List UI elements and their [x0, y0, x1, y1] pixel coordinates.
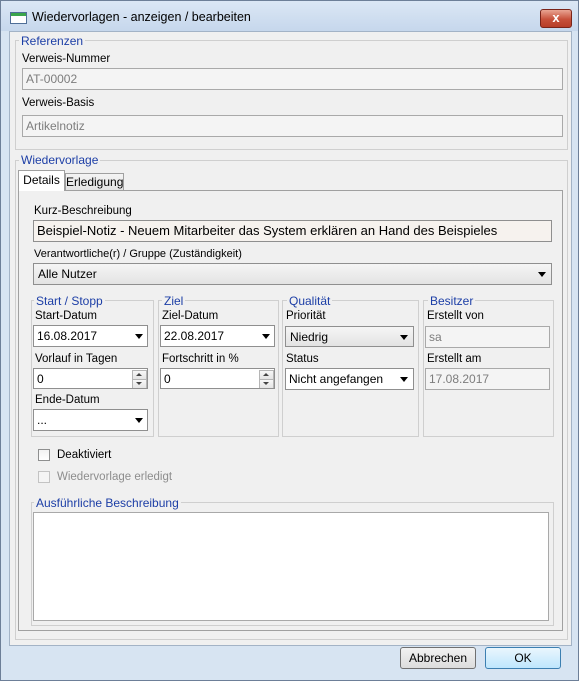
fortschritt-label: Fortschritt in %	[162, 353, 239, 365]
deaktiviert-checkbox[interactable]	[38, 449, 50, 461]
fortschritt-spinner	[259, 370, 274, 388]
details-tab-panel: Kurz-Beschreibung Beispiel-Notiz - Neuem…	[18, 190, 563, 631]
kurz-beschreibung-label: Kurz-Beschreibung	[34, 205, 132, 217]
start-datum-picker[interactable]: 16.08.2017	[33, 325, 148, 347]
chevron-down-icon	[400, 377, 408, 382]
status-label: Status	[286, 353, 319, 365]
ziel-datum-value: 22.08.2017	[164, 329, 225, 343]
verantwortlich-value: Alle Nutzer	[38, 267, 97, 281]
erstellt-von-field[interactable]: sa	[425, 326, 550, 348]
start-datum-dropdown[interactable]	[131, 326, 147, 346]
ende-datum-label: Ende-Datum	[35, 394, 100, 406]
verantwortlich-label: Verantwortliche(r) / Gruppe (Zuständigke…	[34, 248, 242, 260]
verantwortlich-select[interactable]: Alle Nutzer	[33, 263, 552, 285]
qualitaet-title: Qualität	[287, 294, 333, 308]
verweis-nummer-label: Verweis-Nummer	[22, 53, 111, 65]
chevron-down-icon	[262, 334, 270, 339]
vorlauf-value: 0	[37, 372, 44, 386]
fortschritt-value: 0	[164, 372, 171, 386]
ausfuehrliche-beschreibung-textarea[interactable]	[33, 512, 549, 621]
status-value: Nicht angefangen	[289, 372, 384, 386]
cancel-button[interactable]: Abbrechen	[400, 647, 476, 669]
spin-down-icon[interactable]	[132, 379, 147, 388]
ziel-title: Ziel	[162, 294, 186, 308]
wiedervorlage-erledigt-label: Wiedervorlage erledigt	[57, 471, 173, 483]
chevron-down-icon	[135, 334, 143, 339]
chevron-down-icon	[538, 272, 546, 277]
ende-datum-value: ...	[37, 413, 48, 427]
status-select[interactable]: Nicht angefangen	[285, 368, 414, 390]
start-stopp-title: Start / Stopp	[34, 294, 105, 308]
ok-button[interactable]: OK	[485, 647, 561, 669]
prioritaet-value: Niedrig	[290, 330, 329, 344]
dialog-window: Wiedervorlagen - anzeigen / bearbeiten x…	[0, 0, 579, 681]
start-datum-value: 16.08.2017	[37, 329, 98, 343]
kurz-beschreibung-input[interactable]: Beispiel-Notiz - Neuem Mitarbeiter das S…	[33, 220, 552, 242]
window-title: Wiedervorlagen - anzeigen / bearbeiten	[32, 10, 251, 24]
start-datum-label: Start-Datum	[35, 310, 97, 322]
tab-erledigung[interactable]: Erledigung	[65, 173, 124, 191]
close-button[interactable]: x	[540, 9, 572, 28]
spin-down-icon[interactable]	[259, 379, 274, 388]
besitzer-title: Besitzer	[428, 294, 476, 308]
ende-datum-picker[interactable]: ...	[33, 409, 148, 431]
ziel-datum-dropdown[interactable]	[258, 326, 274, 346]
ende-datum-dropdown[interactable]	[131, 410, 147, 430]
wiedervorlage-group-title: Wiedervorlage	[19, 153, 101, 167]
erstellt-am-label: Erstellt am	[427, 353, 482, 365]
ziel-datum-picker[interactable]: 22.08.2017	[160, 325, 275, 347]
dialog-content: Referenzen Verweis-Nummer AT-00002 Verwe…	[9, 31, 572, 646]
prioritaet-select[interactable]: Niedrig	[285, 326, 414, 347]
ausfuehrlich-title: Ausführliche Beschreibung	[34, 496, 181, 510]
prioritaet-label: Priorität	[286, 310, 326, 322]
erstellt-am-field[interactable]: 17.08.2017	[425, 368, 550, 390]
fortschritt-stepper[interactable]: 0	[160, 368, 275, 389]
chevron-down-icon	[135, 418, 143, 423]
wiedervorlage-erledigt-checkbox[interactable]	[38, 471, 50, 483]
chevron-down-icon	[400, 335, 408, 340]
referenzen-group-title: Referenzen	[19, 34, 86, 48]
ziel-datum-label: Ziel-Datum	[162, 310, 219, 322]
title-bar[interactable]: Wiedervorlagen - anzeigen / bearbeiten x	[1, 1, 578, 31]
window-app-icon	[10, 12, 27, 24]
vorlauf-label: Vorlauf in Tagen	[35, 353, 118, 365]
verweis-basis-label: Verweis-Basis	[22, 97, 95, 109]
close-icon: x	[552, 10, 560, 25]
verweis-basis-field[interactable]: Artikelnotiz	[22, 115, 563, 137]
vorlauf-spinner	[132, 370, 147, 388]
tab-details[interactable]: Details	[18, 170, 65, 191]
verweis-nummer-field[interactable]: AT-00002	[22, 68, 563, 90]
vorlauf-stepper[interactable]: 0	[33, 368, 148, 389]
erstellt-von-label: Erstellt von	[427, 310, 484, 322]
deaktiviert-label: Deaktiviert	[57, 449, 112, 461]
